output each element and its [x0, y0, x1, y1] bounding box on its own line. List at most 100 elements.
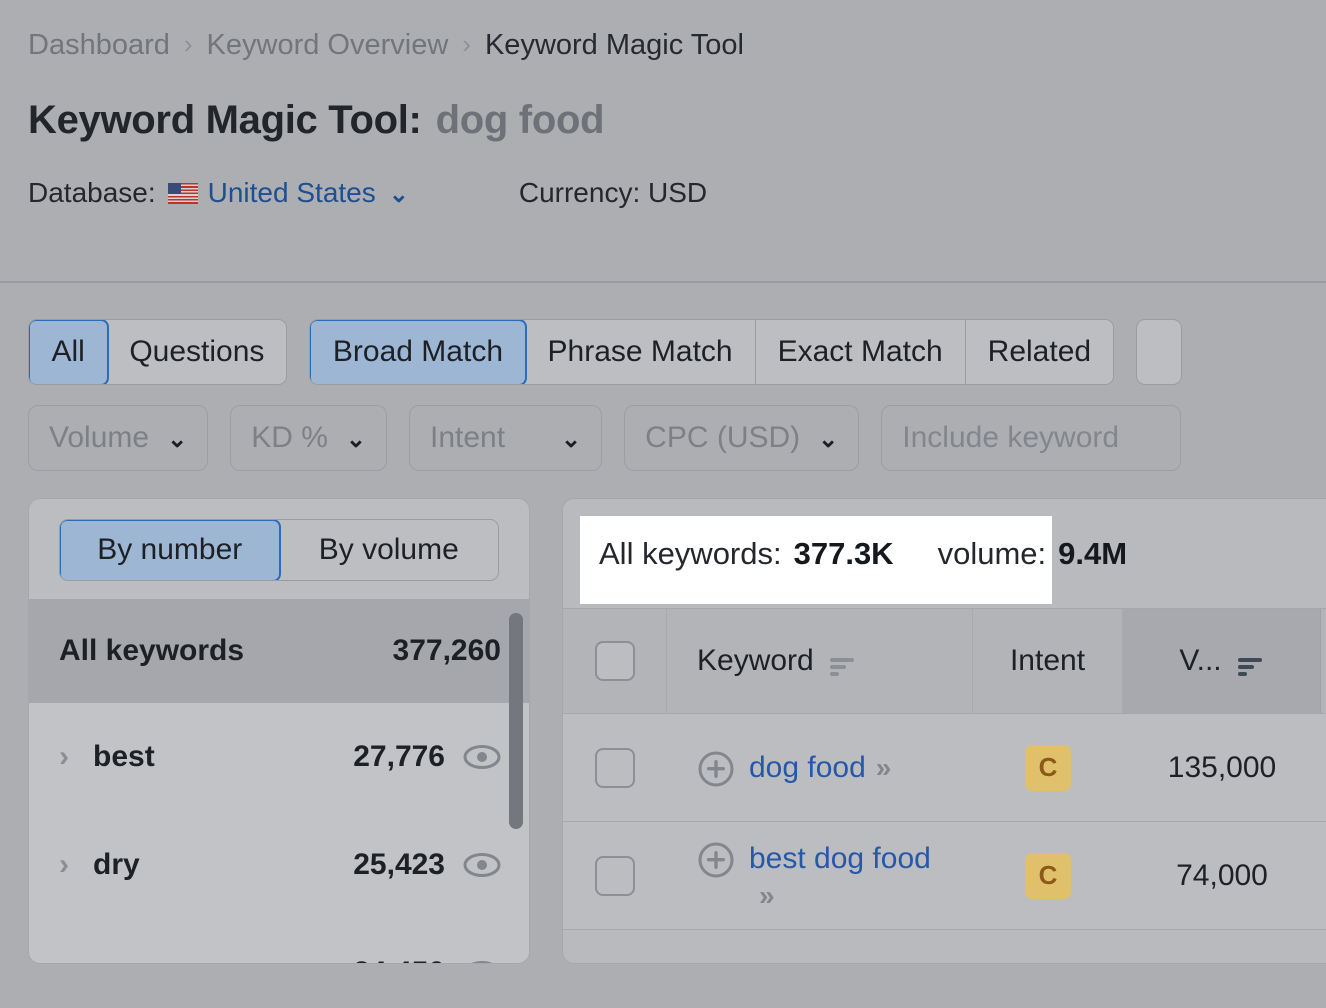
keyword-groups-sidebar: By number By volume All keywords 377,260… [28, 498, 530, 964]
header-intent-label: Intent [1009, 644, 1086, 677]
sidebar-item-all-keywords[interactable]: All keywords 377,260 [29, 599, 529, 703]
keywords-table-panel: All keywords: 377.3K volume: 9.4M Keywor… [562, 498, 1326, 964]
database-meta-row: Database: United States ⌄ Currency: USD [28, 174, 1326, 212]
sidebar-item-label: best [93, 740, 155, 773]
keyword-cell-inner: dog food » [697, 738, 891, 798]
page-title-text: Keyword Magic Tool: [28, 98, 422, 142]
filter-intent-label: Intent [429, 421, 506, 454]
filter-volume-label: Volume [49, 421, 150, 454]
double-chevron-right-icon[interactable]: » [759, 880, 774, 912]
breadcrumb-item-keyword-overview[interactable]: Keyword Overview [207, 28, 449, 62]
header-intent[interactable]: Intent [973, 609, 1123, 713]
filter-volume[interactable]: Volume ⌄ [28, 405, 209, 471]
table-row[interactable]: best dog food » C 74,000 [563, 822, 1326, 930]
row-checkbox[interactable] [595, 747, 635, 788]
row-intent-cell: C [973, 822, 1123, 929]
sidebar-item-count: 27,776 [353, 740, 445, 773]
page-title-query: dog food [435, 98, 605, 142]
page-title: Keyword Magic Tool: dog food [28, 96, 1326, 144]
breadcrumb-item-keyword-magic-tool: Keyword Magic Tool [484, 29, 744, 61]
sidebar-item-label: can [93, 956, 353, 963]
eye-icon[interactable] [463, 960, 501, 963]
table-header-row: Keyword Intent V... [563, 608, 1326, 714]
tab-exact-match[interactable]: Exact Match [755, 320, 966, 384]
sidebar-item-count: 24,450 [353, 956, 445, 963]
match-type-tabs: Broad Match Phrase Match Exact Match Rel… [309, 319, 1115, 385]
tab-questions[interactable]: Questions [107, 320, 287, 384]
header-overflow [1321, 609, 1326, 713]
sidebar-item-best[interactable]: › best 27,776 [29, 703, 529, 811]
eye-icon[interactable] [463, 744, 501, 770]
include-keyword-input[interactable]: Include keyword [881, 405, 1182, 471]
include-keyword-placeholder: Include keyword [902, 421, 1120, 454]
summary-text: All keywords: 377.3K volume: 9.4M [563, 536, 1127, 572]
chevron-down-icon: ⌄ [345, 425, 366, 453]
summary-keywords-value: 377.3K [793, 535, 894, 571]
add-keyword-icon[interactable] [697, 750, 735, 788]
sidebar-item-dry[interactable]: › dry 25,423 [29, 811, 529, 919]
header-volume-label: V... [1179, 644, 1222, 677]
row-intent-cell: C [973, 714, 1123, 821]
page-header: Dashboard › Keyword Overview › Keyword M… [0, 0, 1326, 283]
keyword-link[interactable]: dog food [749, 751, 866, 784]
breadcrumb: Dashboard › Keyword Overview › Keyword M… [28, 26, 1326, 64]
database-selector[interactable]: United States ⌄ [167, 176, 409, 210]
select-all-checkbox[interactable] [594, 641, 635, 681]
keyword-link[interactable]: best dog food [749, 842, 931, 875]
chevron-down-icon: ⌄ [818, 425, 839, 453]
chevron-right-icon[interactable]: › [59, 956, 93, 963]
header-volume[interactable]: V... [1123, 609, 1321, 713]
tab-broad-match[interactable]: Broad Match [310, 320, 528, 384]
tab-groups: All Questions Broad Match Phrase Match E… [28, 319, 1326, 385]
header-select-all [563, 609, 667, 713]
header-keyword[interactable]: Keyword [667, 609, 973, 713]
breadcrumb-item-dashboard[interactable]: Dashboard [28, 28, 170, 62]
filter-kd[interactable]: KD % ⌄ [230, 405, 387, 471]
summary-keywords-label: All keywords: [599, 535, 782, 571]
currency-label: Currency: USD [518, 177, 708, 208]
row-keyword-cell: dog food » [667, 714, 973, 821]
row-select [563, 822, 667, 929]
database-value: United States [207, 177, 376, 208]
add-keyword-icon[interactable] [697, 841, 735, 879]
tab-phrase-match[interactable]: Phrase Match [525, 320, 756, 384]
breadcrumb-separator-icon: › [462, 29, 471, 59]
chevron-right-icon[interactable]: › [59, 848, 93, 882]
row-checkbox[interactable] [595, 855, 635, 896]
table-row[interactable]: dog food » C 135,000 [563, 714, 1326, 822]
keyword-cell-inner: best dog food » [697, 829, 939, 923]
summary-volume-label: volume: [937, 535, 1047, 571]
sort-icon[interactable] [1237, 651, 1264, 676]
tab-by-volume[interactable]: By volume [279, 520, 498, 580]
tab-related[interactable]: Related [965, 320, 1114, 384]
sidebar-item-count: 25,423 [353, 848, 445, 881]
chevron-down-icon: ⌄ [388, 181, 409, 208]
main-content: By number By volume All keywords 377,260… [0, 471, 1326, 964]
status-badge[interactable]: C [1025, 744, 1071, 791]
sidebar-scrollbar[interactable] [509, 613, 523, 829]
sort-icon[interactable] [829, 651, 856, 676]
row-keyword-cell: best dog food » [667, 822, 973, 929]
double-chevron-right-icon[interactable]: » [876, 752, 891, 784]
us-flag-icon [167, 182, 198, 204]
header-keyword-label: Keyword [697, 644, 814, 677]
row-volume-cell: 74,000 [1176, 858, 1268, 892]
table-summary-bar: All keywords: 377.3K volume: 9.4M [563, 499, 1326, 608]
status-badge[interactable]: C [1025, 852, 1071, 899]
keyword-text-wrap: best dog food » [749, 839, 939, 913]
tab-all[interactable]: All [29, 320, 109, 384]
eye-icon[interactable] [463, 852, 501, 878]
sidebar-item-can[interactable]: › can 24,450 [29, 919, 529, 963]
tab-group-overflow[interactable] [1136, 319, 1183, 385]
filter-cpc[interactable]: CPC (USD) ⌄ [624, 405, 860, 471]
chevron-right-icon[interactable]: › [59, 740, 93, 774]
filter-cpc-label: CPC (USD) [645, 421, 801, 454]
filter-pills-row: Volume ⌄ KD % ⌄ Intent ⌄ CPC (USD) ⌄ Inc… [28, 405, 1326, 471]
summary-volume-value: 9.4M [1058, 535, 1128, 571]
chevron-down-icon: ⌄ [167, 425, 188, 453]
filter-intent[interactable]: Intent ⌄ [408, 405, 603, 471]
sidebar-item-count: 377,260 [392, 634, 501, 667]
row-overflow-cell [1321, 714, 1326, 821]
sidebar-header: By number By volume [29, 499, 529, 599]
tab-by-number[interactable]: By number [60, 520, 281, 580]
